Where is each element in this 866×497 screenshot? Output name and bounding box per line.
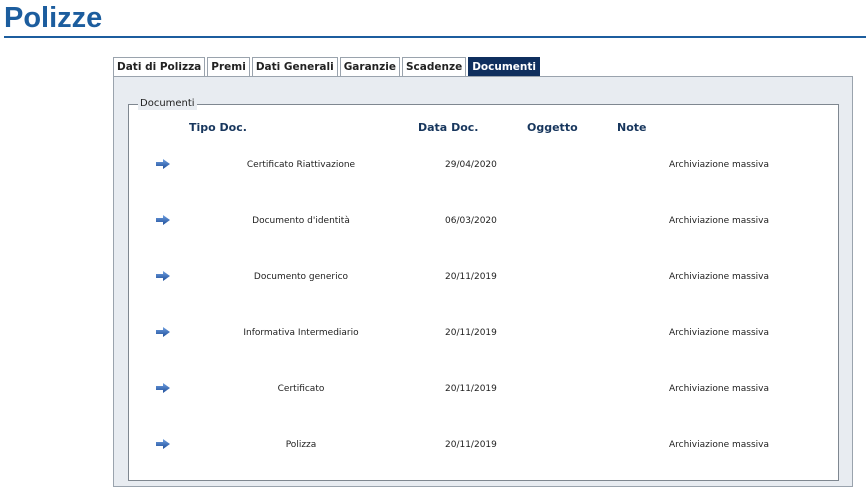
documents-legend: Documenti <box>138 98 197 110</box>
tab-bar: Dati di Polizza Premi Dati Generali Gara… <box>113 57 542 77</box>
table-row: Polizza 20/11/2019 Archiviazione massiva <box>129 436 838 456</box>
tab-dati-generali[interactable]: Dati Generali <box>251 57 338 76</box>
column-header-tipo-doc: Tipo Doc. <box>189 121 247 134</box>
arrow-right-icon[interactable] <box>156 383 170 393</box>
arrow-right-icon[interactable] <box>156 327 170 337</box>
documents-fieldset: Documenti Tipo Doc. Data Doc. Oggetto No… <box>128 98 839 481</box>
tab-garanzie[interactable]: Garanzie <box>339 57 400 76</box>
arrow-right-icon[interactable] <box>156 271 170 281</box>
tab-dati-di-polizza[interactable]: Dati di Polizza <box>113 57 206 76</box>
cell-data-doc: 29/04/2020 <box>445 160 497 170</box>
table-row: Informativa Intermediario 20/11/2019 Archi… <box>129 324 838 344</box>
cell-tipo-doc: Documento d'identità <box>252 216 350 226</box>
table-row: Certificato Riattivazione 29/04/2020 Archi… <box>129 156 838 176</box>
cell-data-doc: 20/11/2019 <box>445 272 497 282</box>
cell-note: Archiviazione massiva <box>669 384 769 394</box>
tab-premi[interactable]: Premi <box>207 57 250 76</box>
table-row: Documento d'identità 06/03/2020 Archiviazi… <box>129 212 838 232</box>
cell-tipo-doc: Certificato Riattivazione <box>246 160 356 170</box>
cell-note: Archiviazione massiva <box>669 328 769 338</box>
table-row: Documento generico 20/11/2019 Archiviazion… <box>129 268 838 288</box>
tab-documenti[interactable]: Documenti <box>468 57 540 76</box>
arrow-right-icon[interactable] <box>156 439 170 449</box>
table-row: Certificato 20/11/2019 Archiviazione massi… <box>129 380 838 400</box>
cell-data-doc: 06/03/2020 <box>445 216 497 226</box>
cell-note: Archiviazione massiva <box>669 160 769 170</box>
arrow-right-icon[interactable] <box>156 215 170 225</box>
tab-scadenze[interactable]: Scadenze <box>401 57 467 76</box>
cell-note: Archiviazione massiva <box>669 216 769 226</box>
cell-data-doc: 20/11/2019 <box>445 384 497 394</box>
column-header-oggetto: Oggetto <box>527 121 578 134</box>
page-title: Polizze <box>4 2 103 34</box>
cell-tipo-doc: Documento generico <box>253 272 349 282</box>
cell-note: Archiviazione massiva <box>669 440 769 450</box>
title-divider <box>4 36 866 38</box>
cell-tipo-doc: Informativa Intermediario <box>243 328 359 338</box>
cell-tipo-doc: Polizza <box>285 440 317 450</box>
arrow-right-icon[interactable] <box>156 159 170 169</box>
cell-data-doc: 20/11/2019 <box>445 328 497 338</box>
cell-tipo-doc: Certificato <box>277 384 325 394</box>
cell-data-doc: 20/11/2019 <box>445 440 497 450</box>
cell-note: Archiviazione massiva <box>669 272 769 282</box>
tab-panel: Documenti Tipo Doc. Data Doc. Oggetto No… <box>113 76 853 487</box>
column-header-data-doc: Data Doc. <box>418 121 479 134</box>
column-header-note: Note <box>617 121 647 134</box>
